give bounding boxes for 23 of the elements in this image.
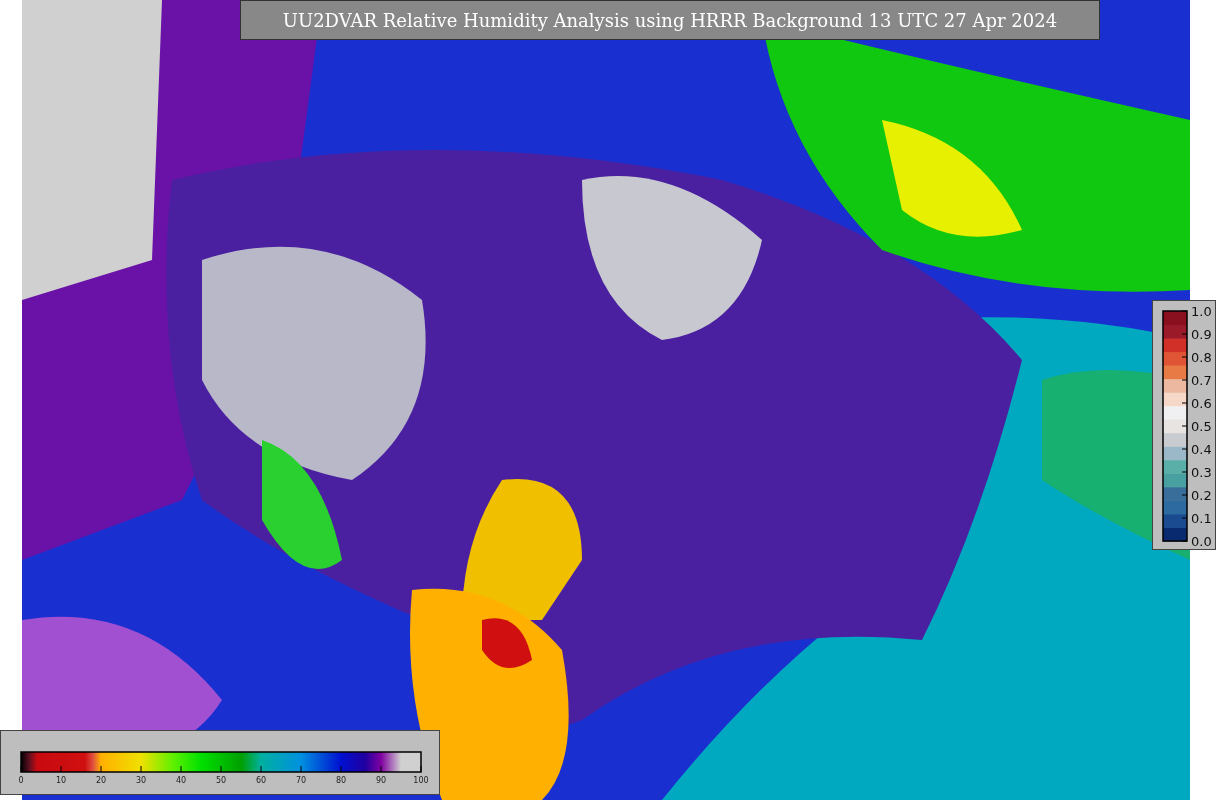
scale-label: 0.7: [1191, 372, 1212, 388]
scale-label: 0.4: [1191, 441, 1212, 457]
scale-label: 80: [335, 776, 347, 785]
scale-label: 100: [413, 776, 429, 785]
scale-label: 0.8: [1191, 349, 1212, 365]
scale-label: 0.6: [1191, 395, 1212, 411]
scale-label: 30: [135, 776, 147, 785]
scale-label: 0.0: [1191, 533, 1212, 549]
scale-label: 0: [18, 776, 24, 785]
map-title: UU2DVAR Relative Humidity Analysis using HRRR Background 13 UTC 27 Apr 2024: [240, 0, 1100, 40]
scale-label: 0.9: [1191, 326, 1212, 342]
scale-label: 10: [55, 776, 67, 785]
scale-label: 60: [255, 776, 267, 785]
scale-label: 1.0: [1191, 303, 1212, 319]
scale-label: 40: [175, 776, 187, 785]
scale-label: 90: [375, 776, 387, 785]
scale-label: 0.1: [1191, 510, 1212, 526]
scale-label: 20: [95, 776, 107, 785]
scale-label: 50: [215, 776, 227, 785]
scale-label: 0.3: [1191, 464, 1212, 480]
scale-label: 70: [295, 776, 307, 785]
scale-label: 0.2: [1191, 487, 1212, 503]
scale-label: 0.5: [1191, 418, 1212, 434]
